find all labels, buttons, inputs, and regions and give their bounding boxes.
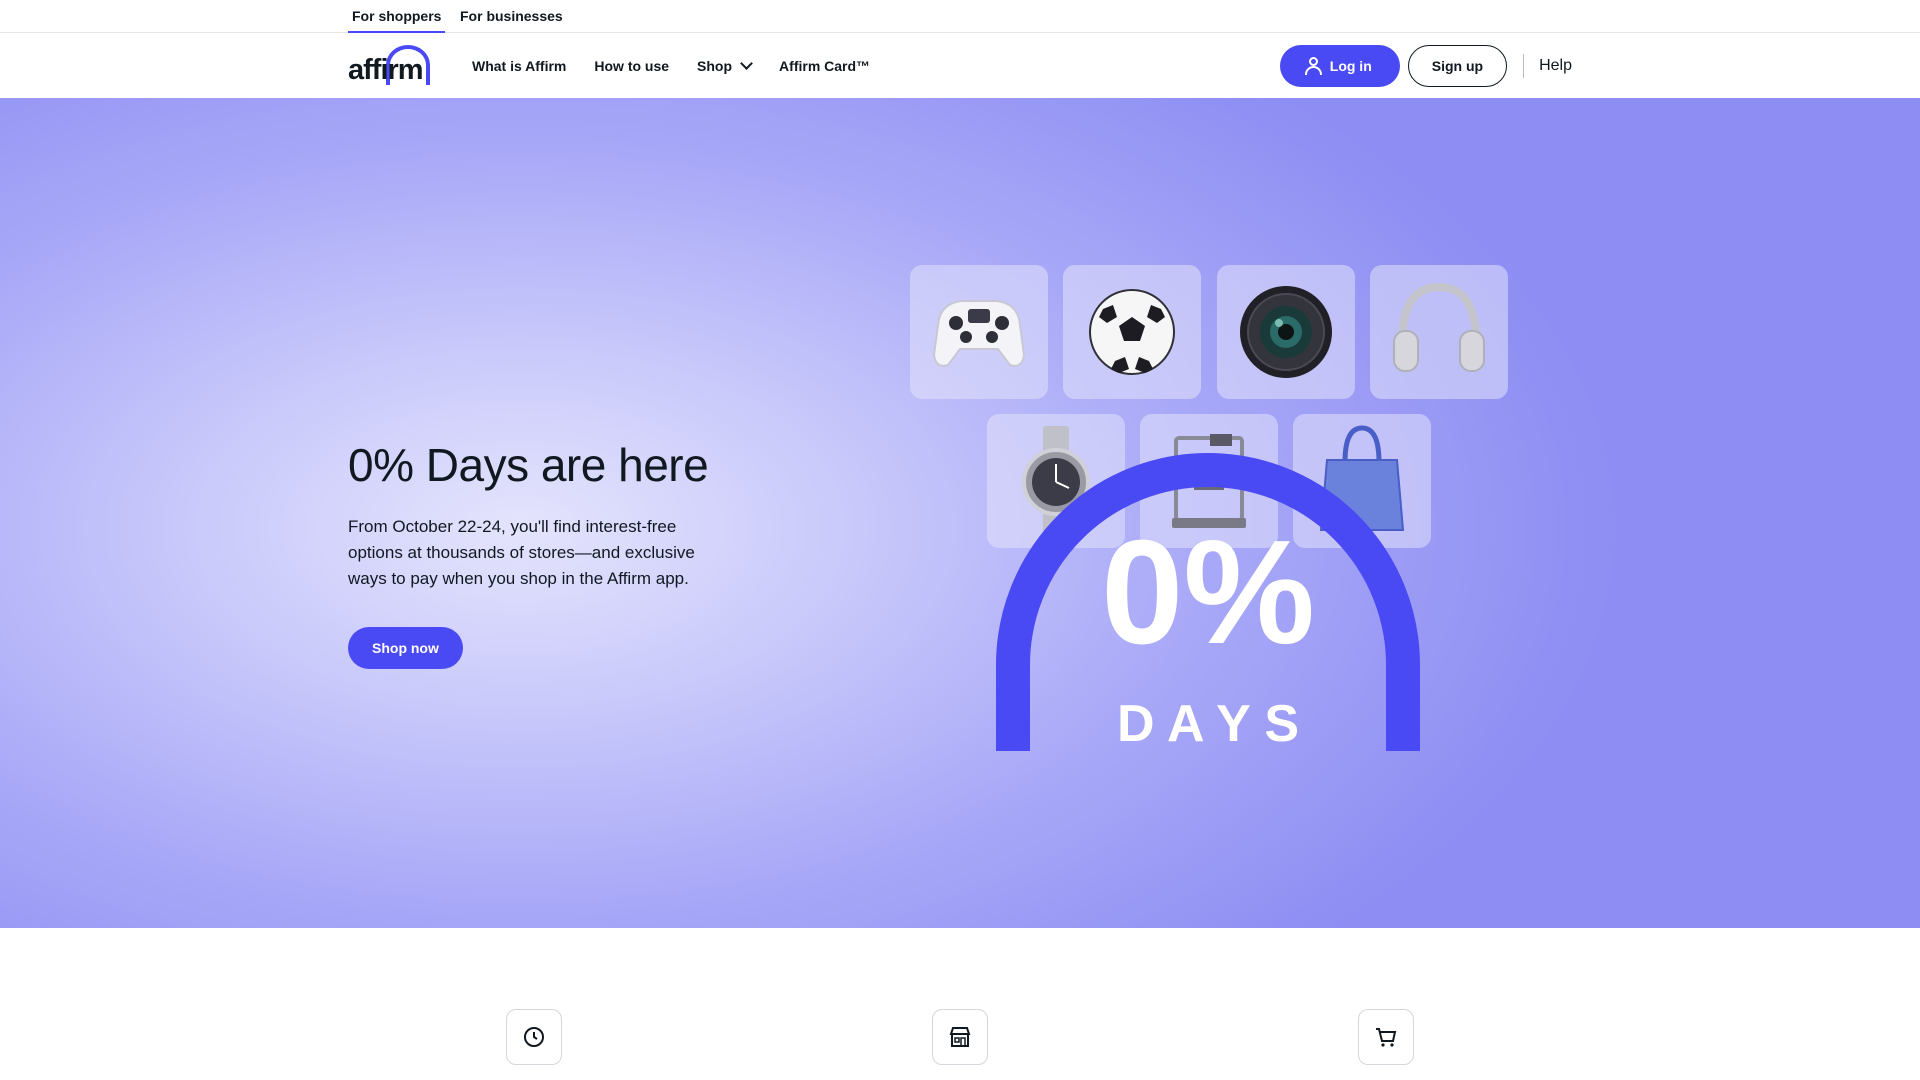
nav-label: What is Affirm — [472, 57, 567, 74]
nav-actions: Log in Sign up Help — [1279, 33, 1572, 98]
affirm-logo[interactable]: affirm — [348, 43, 430, 85]
product-tile — [910, 265, 1048, 399]
store-icon — [949, 1027, 971, 1047]
help-link[interactable]: Help — [1539, 57, 1572, 75]
hero-section: 0% Days are here From October 22-24, you… — [0, 98, 1920, 928]
zero-percent-days-badge: 0% D A Y S — [996, 453, 1420, 751]
feature-store — [932, 1009, 988, 1065]
product-tile — [1063, 265, 1201, 399]
hero-description: From October 22-24, you'll find interest… — [348, 517, 695, 588]
feature-cart — [1358, 1009, 1414, 1065]
headphones-icon — [1393, 282, 1485, 372]
camera-lens-icon — [1240, 286, 1332, 378]
badge-percent-text: 0% — [1101, 510, 1315, 675]
tab-for-shoppers[interactable]: For shoppers — [347, 0, 446, 34]
nav-what-is-affirm[interactable]: What is Affirm — [472, 58, 566, 74]
nav-label: Affirm Card™ — [779, 57, 871, 74]
clock-icon — [524, 1027, 544, 1047]
logo-text: affirm — [348, 54, 424, 86]
shop-now-button[interactable]: Shop now — [348, 627, 463, 669]
chevron-down-icon — [740, 56, 753, 70]
product-tile — [1217, 265, 1355, 399]
user-icon — [1304, 56, 1322, 75]
nav-label: Shop — [697, 57, 733, 74]
product-tile — [1370, 265, 1508, 399]
main-nav: affirm What is Affirm How to use Shop Af… — [0, 33, 1920, 98]
nav-how-to-use[interactable]: How to use — [594, 58, 669, 74]
audience-bar: For shoppers For businesses — [0, 0, 1920, 34]
badge-days-text: D A Y S — [1117, 695, 1299, 751]
cart-icon — [1376, 1028, 1397, 1047]
nav-divider — [1523, 53, 1525, 78]
nav-label: How to use — [594, 57, 670, 74]
hero-title: 0% Days are here — [348, 439, 709, 491]
game-controller-icon — [932, 300, 1026, 367]
nav-affirm-card[interactable]: Affirm Card™ — [779, 58, 870, 74]
signup-button[interactable]: Sign up — [1407, 44, 1508, 87]
nav-links: What is Affirm How to use Shop Affirm Ca… — [472, 33, 870, 98]
soccer-ball-icon — [1089, 289, 1175, 375]
login-button[interactable]: Log in — [1279, 44, 1400, 87]
nav-shop[interactable]: Shop — [697, 56, 753, 74]
tab-for-businesses[interactable]: For businesses — [460, 0, 563, 33]
feature-clock — [506, 1009, 562, 1065]
login-label: Log in — [1329, 57, 1372, 74]
